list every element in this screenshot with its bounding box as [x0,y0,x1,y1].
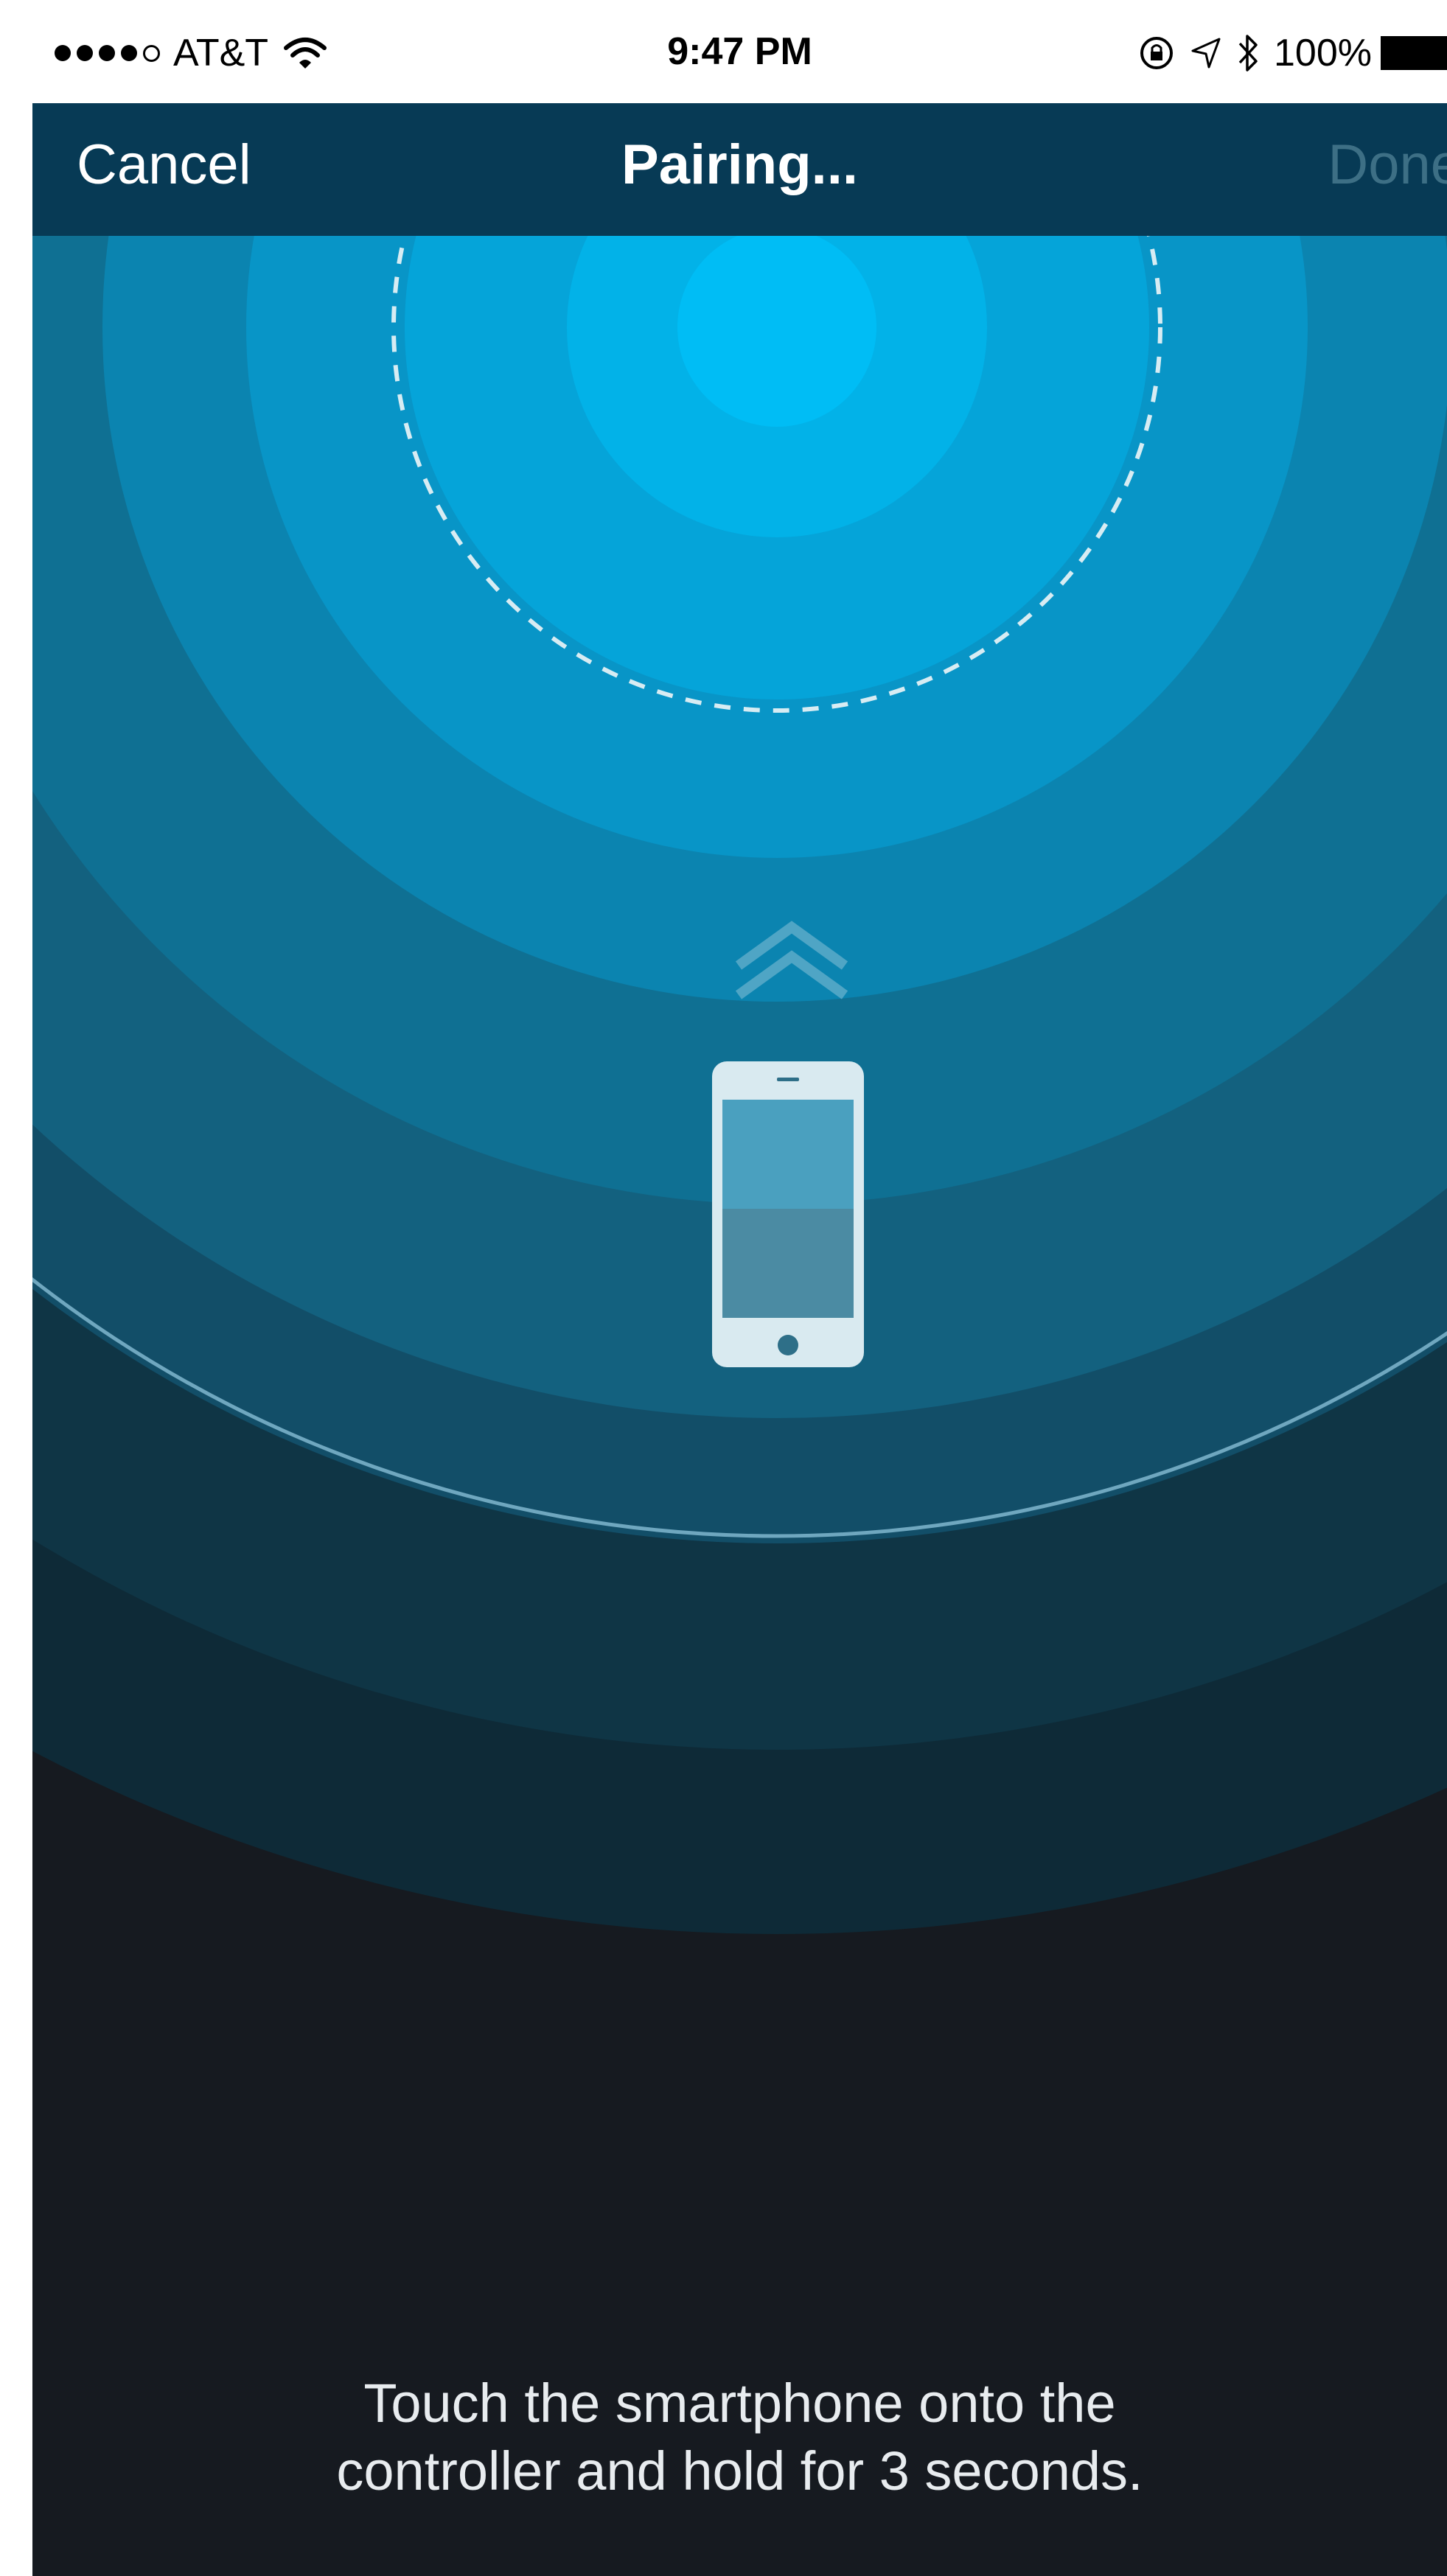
done-button[interactable]: Done [1328,133,1447,197]
page-title: Pairing... [621,133,858,196]
ring-center [677,236,876,427]
pairing-illustration [32,236,1447,2576]
smartphone-icon [712,1061,864,1367]
rotation-lock-icon [1140,37,1173,69]
battery-percentage: 100% [1274,32,1372,74]
battery-icon [1381,36,1447,70]
instruction-line-1: Touch the smartphone onto the [363,2373,1116,2434]
instruction-text: Touch the smartphone onto the controller… [32,2370,1447,2505]
navigation-bar: Cancel Pairing... Done [32,103,1447,236]
phone-screen: AT&T 9:47 PM 100% Cancel Pairing... Done… [32,0,1447,2576]
status-bar: AT&T 9:47 PM 100% [32,0,1447,103]
location-arrow-icon [1191,38,1221,69]
bluetooth-icon [1238,35,1258,71]
signal-rings [32,236,1447,2576]
status-right: 100% [1138,31,1447,75]
instruction-line-2: controller and hold for 3 seconds. [336,2440,1143,2502]
